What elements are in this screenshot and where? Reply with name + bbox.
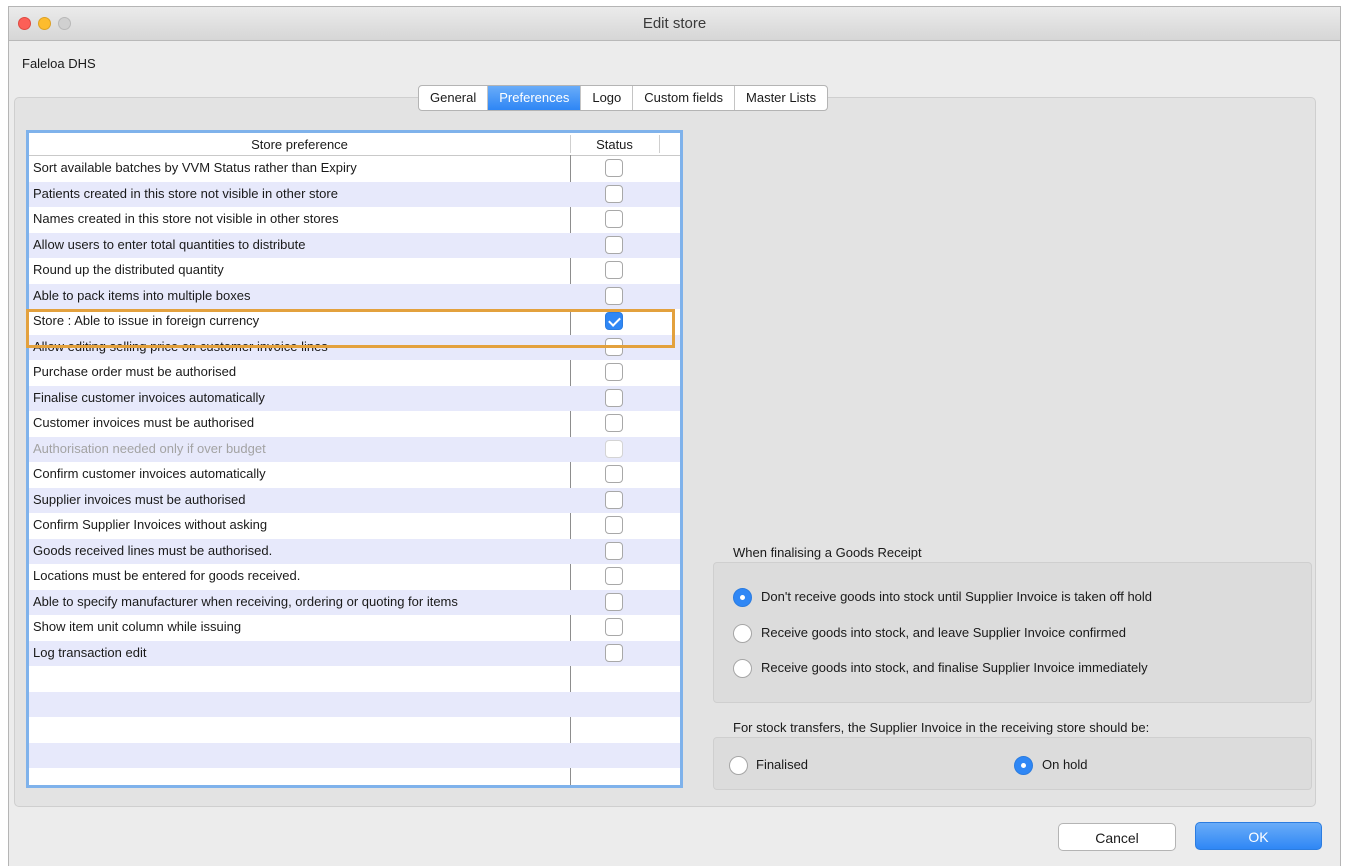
status-checkbox[interactable] <box>605 286 623 305</box>
tab-custom-fields[interactable]: Custom fields <box>633 86 736 110</box>
table-row[interactable]: Log transaction edit <box>29 640 680 666</box>
status-checkbox[interactable] <box>605 210 623 228</box>
table-row <box>29 768 680 785</box>
table-row <box>29 691 680 717</box>
table-row[interactable]: Purchase order must be authorised <box>29 360 680 386</box>
tab-preferences[interactable]: Preferences <box>488 86 582 110</box>
table-row[interactable]: Able to pack items into multiple boxes <box>29 283 680 309</box>
preference-label: Show item unit column while issuing <box>33 619 242 634</box>
table-row: Authorisation needed only if over budget <box>29 436 680 462</box>
preference-label: Confirm customer invoices automatically <box>33 466 266 481</box>
status-checkbox[interactable] <box>605 490 623 509</box>
preference-label: Finalise customer invoices automatically <box>33 389 265 405</box>
stock-transfers-on-hold-radio[interactable] <box>1014 756 1033 775</box>
status-checkbox[interactable] <box>605 261 623 279</box>
table-header: Store preference Status <box>29 133 680 156</box>
cancel-button[interactable]: Cancel <box>1058 823 1176 851</box>
preference-label: Patients created in this store not visib… <box>33 185 338 201</box>
status-checkbox[interactable] <box>605 159 623 177</box>
preference-label: Log transaction edit <box>33 644 147 660</box>
tab-logo[interactable]: Logo <box>581 86 634 110</box>
preference-label: Confirm Supplier Invoices without asking <box>33 517 268 532</box>
table-row[interactable]: Locations must be entered for goods rece… <box>29 564 680 590</box>
tab-bar: General Preferences Logo Custom fields M… <box>418 85 829 111</box>
preference-label: Allow users to enter total quantities to… <box>33 236 306 252</box>
table-row[interactable]: Names created in this store not visible … <box>29 207 680 233</box>
goods-receipt-option-hold-radio[interactable] <box>733 588 752 607</box>
stock-transfers-on-hold-label[interactable]: On hold <box>1042 757 1088 772</box>
status-checkbox[interactable] <box>605 618 623 636</box>
status-checkbox[interactable] <box>605 516 623 534</box>
status-checkbox[interactable] <box>605 592 623 611</box>
preference-label: Customer invoices must be authorised <box>33 415 255 430</box>
column-header-store-preference[interactable]: Store preference <box>29 137 570 152</box>
goods-receipt-option-finalise-radio[interactable] <box>733 659 752 678</box>
window-title: Edit store <box>642 15 707 32</box>
table-body: Sort available batches by VVM Status rat… <box>29 156 680 785</box>
table-row <box>29 742 680 768</box>
stock-transfers-finalised-label[interactable]: Finalised <box>756 757 808 772</box>
table-row[interactable]: Sort available batches by VVM Status rat… <box>29 156 680 182</box>
stock-transfers-finalised-radio[interactable] <box>729 756 748 775</box>
table-row[interactable]: Patients created in this store not visib… <box>29 181 680 207</box>
goods-receipt-option-hold-label[interactable]: Don't receive goods into stock until Sup… <box>761 589 1152 604</box>
table-row <box>29 717 680 743</box>
table-row[interactable]: Finalise customer invoices automatically <box>29 385 680 411</box>
table-row[interactable]: Store : Able to issue in foreign currenc… <box>29 309 680 335</box>
ok-button[interactable]: OK <box>1195 822 1322 850</box>
status-checkbox[interactable] <box>605 541 623 560</box>
preference-label: Supplier invoices must be authorised <box>33 491 246 507</box>
status-checkbox[interactable] <box>605 235 623 254</box>
table-row[interactable]: Goods received lines must be authorised. <box>29 538 680 564</box>
status-checkbox[interactable] <box>605 643 623 662</box>
table-row[interactable]: Allow editing selling price on customer … <box>29 334 680 360</box>
status-checkbox[interactable] <box>605 337 623 356</box>
preference-label: Store : Able to issue in foreign currenc… <box>33 313 260 328</box>
tab-master-lists[interactable]: Master Lists <box>735 86 827 110</box>
table-row[interactable]: Customer invoices must be authorised <box>29 411 680 437</box>
status-checkbox[interactable] <box>605 414 623 432</box>
goods-receipt-option-confirmed-radio[interactable] <box>733 624 752 643</box>
column-header-status[interactable]: Status <box>570 137 659 152</box>
preference-label: Names created in this store not visible … <box>33 211 339 226</box>
table-row[interactable]: Round up the distributed quantity <box>29 258 680 284</box>
table-row[interactable]: Show item unit column while issuing <box>29 615 680 641</box>
goods-receipt-option-finalise-label[interactable]: Receive goods into stock, and finalise S… <box>761 660 1148 675</box>
stock-transfers-label: For stock transfers, the Supplier Invoic… <box>733 720 1150 735</box>
table-row[interactable]: Supplier invoices must be authorised <box>29 487 680 513</box>
status-checkbox <box>605 439 623 458</box>
tab-general[interactable]: General <box>419 86 489 110</box>
table-row[interactable]: Confirm customer invoices automatically <box>29 462 680 488</box>
status-checkbox[interactable] <box>605 567 623 585</box>
store-preferences-table[interactable]: Store preference Status Sort available b… <box>26 130 683 788</box>
store-name: Faleloa DHS <box>22 56 96 71</box>
table-row[interactable]: Allow users to enter total quantities to… <box>29 232 680 258</box>
status-checkbox[interactable] <box>605 388 623 407</box>
status-checkbox[interactable] <box>605 312 623 330</box>
preference-label: Locations must be entered for goods rece… <box>33 568 301 583</box>
status-checkbox[interactable] <box>605 184 623 203</box>
table-row[interactable]: Confirm Supplier Invoices without asking <box>29 513 680 539</box>
preference-label: Authorisation needed only if over budget <box>33 440 266 456</box>
preference-label: Able to specify manufacturer when receiv… <box>33 593 458 609</box>
goods-receipt-option-confirmed-label[interactable]: Receive goods into stock, and leave Supp… <box>761 625 1126 640</box>
preference-label: Purchase order must be authorised <box>33 364 237 379</box>
preference-label: Able to pack items into multiple boxes <box>33 287 251 303</box>
column-divider <box>659 135 660 153</box>
status-checkbox[interactable] <box>605 465 623 483</box>
goods-receipt-label: When finalising a Goods Receipt <box>733 545 922 560</box>
preference-label: Sort available batches by VVM Status rat… <box>33 160 357 175</box>
preference-label: Allow editing selling price on customer … <box>33 338 328 354</box>
preference-label: Round up the distributed quantity <box>33 262 224 277</box>
table-row[interactable]: Able to specify manufacturer when receiv… <box>29 589 680 615</box>
table-row <box>29 666 680 692</box>
preference-label: Goods received lines must be authorised. <box>33 542 273 558</box>
status-checkbox[interactable] <box>605 363 623 381</box>
title-bar[interactable]: Edit store <box>9 7 1340 41</box>
